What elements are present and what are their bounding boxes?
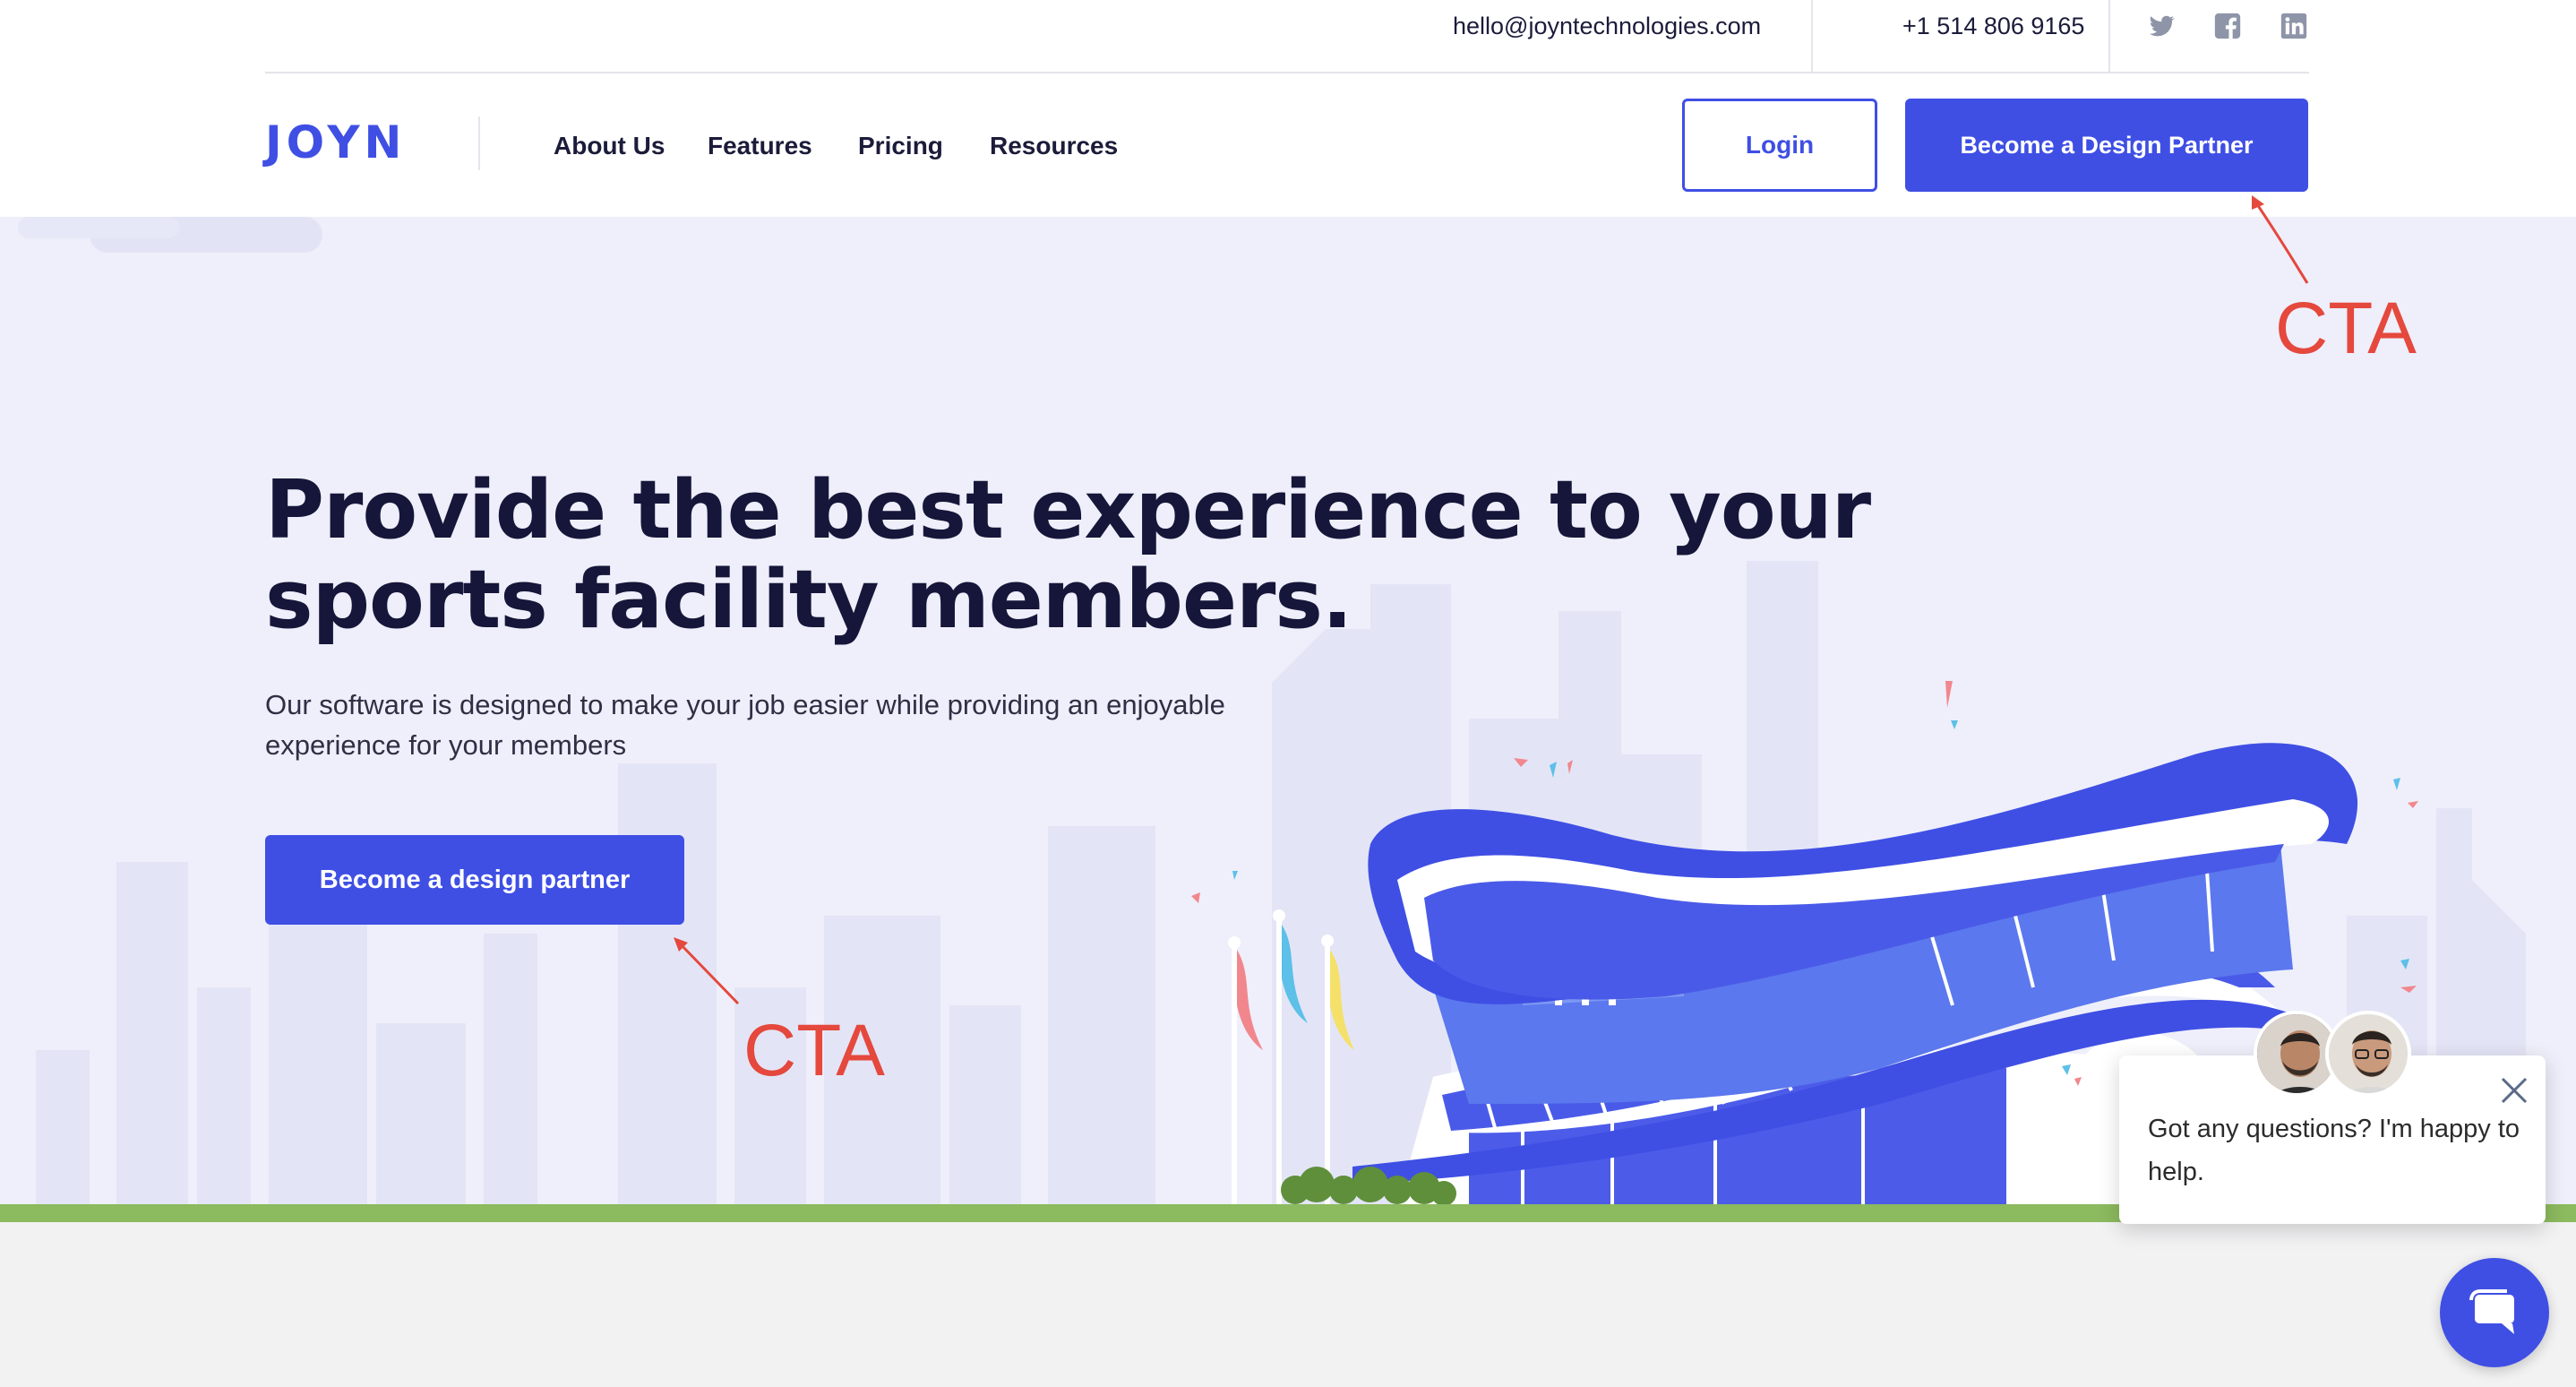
facebook-icon[interactable]	[2212, 11, 2243, 41]
below-hero-section	[0, 1222, 2576, 1387]
annotation-arrow-hero	[674, 937, 740, 1005]
logo-divider	[478, 116, 480, 170]
nav-features[interactable]: Features	[708, 132, 812, 160]
nav-about-us[interactable]: About Us	[554, 132, 665, 160]
annotation-label-hero-cta: CTA	[743, 1010, 885, 1091]
nav-resources[interactable]: Resources	[990, 132, 1118, 160]
chat-bubble-icon	[2469, 1289, 2514, 1334]
nav-pricing[interactable]: Pricing	[858, 132, 943, 160]
hero-subtitle: Our software is designed to make your jo…	[265, 685, 1268, 765]
hero-subtitle-line: Our software is designed to make your jo…	[265, 689, 1225, 720]
contact-email-link[interactable]: hello@joyntechnologies.com	[1453, 13, 1761, 40]
hero-title-line: sports facility members.	[265, 553, 1352, 647]
login-button[interactable]: Login	[1682, 99, 1877, 192]
divider	[1811, 0, 1813, 72]
avatar	[2325, 1011, 2411, 1097]
annotation-arrow-header	[2252, 195, 2309, 284]
hero-become-design-partner-button[interactable]: Become a design partner	[265, 835, 684, 925]
top-bar	[0, 0, 2576, 73]
hero-subtitle-line: experience for your members	[265, 729, 627, 761]
linkedin-icon[interactable]	[2279, 11, 2309, 41]
annotation-label-header-cta: CTA	[2275, 288, 2417, 369]
hero-title: Provide the best experience to your spor…	[265, 466, 1877, 645]
close-icon[interactable]	[2499, 1075, 2529, 1106]
divider	[2108, 0, 2110, 72]
chat-launcher-button[interactable]	[2440, 1258, 2549, 1367]
twitter-icon[interactable]	[2146, 11, 2177, 41]
hero-title-line: Provide the best experience to your	[265, 463, 1871, 557]
become-design-partner-button[interactable]: Become a Design Partner	[1905, 99, 2308, 192]
joyn-logo[interactable]: JOYN	[265, 116, 406, 168]
contact-phone-link[interactable]: +1 514 806 9165	[1902, 13, 2084, 40]
chat-message: Got any questions? I'm happy to help.	[2148, 1115, 2520, 1186]
